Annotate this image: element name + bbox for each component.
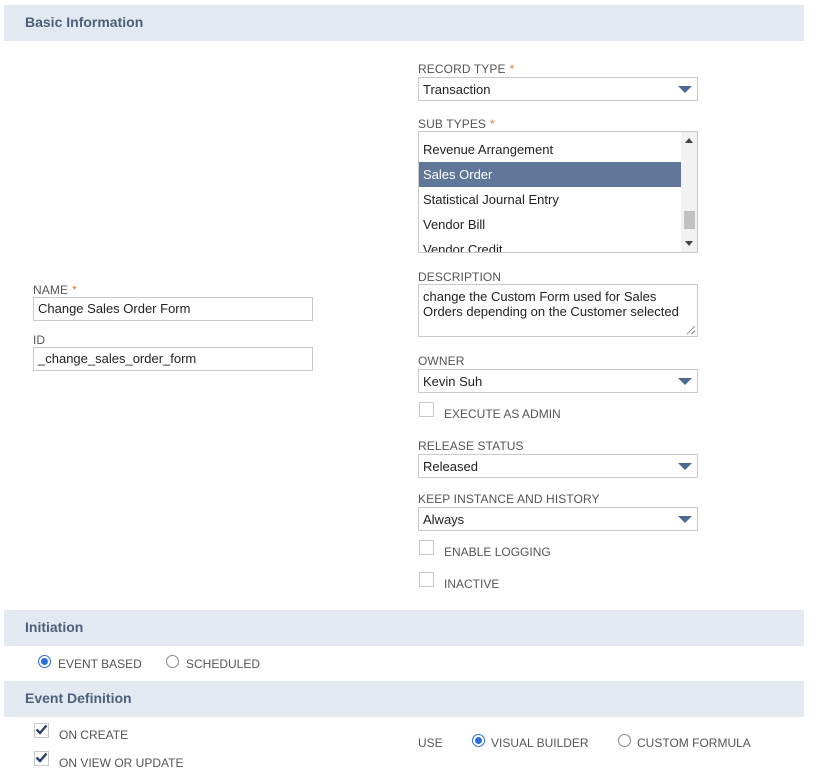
chevron-down-icon[interactable]	[678, 378, 692, 385]
sub-type-option[interactable]: Revenue Arrangement	[419, 137, 681, 162]
custom-formula-label: CUSTOM FORMULA	[637, 736, 751, 750]
owner-value: Kevin Suh	[423, 374, 483, 389]
keep-instance-select[interactable]: Always	[418, 507, 698, 531]
section-basic-information[interactable]: Basic Information	[4, 5, 804, 41]
inactive-checkbox[interactable]	[419, 572, 434, 587]
description-text: change the Custom Form used for Sales Or…	[423, 289, 679, 319]
visual-builder-label: VISUAL BUILDER	[491, 736, 589, 750]
record-type-value: Transaction	[423, 82, 491, 97]
chevron-down-icon[interactable]	[678, 516, 692, 523]
owner-select[interactable]: Kevin Suh	[418, 369, 698, 393]
resize-grip-icon[interactable]	[687, 326, 695, 334]
sub-type-option-selected[interactable]: Sales Order	[419, 162, 681, 187]
keep-instance-label: KEEP INSTANCE AND HISTORY	[418, 492, 600, 506]
section-initiation[interactable]: Initiation	[4, 610, 804, 646]
inactive-label: INACTIVE	[444, 577, 500, 591]
required-marker: *	[509, 62, 515, 76]
sub-type-option[interactable]: Vendor Bill	[419, 212, 681, 237]
required-marker: *	[72, 283, 77, 297]
sub-types-label: SUB TYPES *	[418, 117, 495, 131]
release-status-select[interactable]: Released	[418, 454, 698, 478]
section-event-definition[interactable]: Event Definition	[4, 681, 804, 717]
enable-logging-label: ENABLE LOGGING	[444, 545, 551, 559]
record-type-label: RECORD TYPE *	[418, 62, 515, 76]
owner-label: OWNER	[418, 354, 465, 368]
listbox-scrollbar[interactable]	[681, 132, 697, 252]
sub-type-option[interactable]: Vendor Credit	[419, 237, 681, 252]
required-marker: *	[490, 117, 495, 131]
release-status-value: Released	[423, 459, 478, 474]
description-label: DESCRIPTION	[418, 270, 502, 284]
check-icon	[35, 752, 48, 763]
check-icon	[35, 724, 48, 735]
event-based-label: EVENT BASED	[58, 657, 142, 671]
scheduled-radio[interactable]	[166, 655, 179, 668]
visual-builder-radio[interactable]	[472, 734, 485, 747]
release-status-label: RELEASE STATUS	[418, 439, 524, 453]
description-textarea[interactable]: change the Custom Form used for Sales Or…	[418, 284, 698, 337]
section-title: Initiation	[25, 619, 84, 635]
event-based-radio[interactable]	[38, 655, 51, 668]
workflow-form: Basic Information NAME * Change Sales Ord…	[0, 0, 815, 775]
keep-instance-value: Always	[423, 512, 465, 527]
sub-type-option[interactable]: Statistical Journal Entry	[419, 187, 681, 212]
on-view-or-update-label: ON VIEW OR UPDATE	[59, 756, 184, 770]
on-create-label: ON CREATE	[59, 728, 129, 742]
record-type-select[interactable]: Transaction	[418, 77, 698, 101]
scheduled-label: SCHEDULED	[186, 657, 261, 671]
sub-types-listbox[interactable]: Revenue Arrangement Sales Order Statisti…	[418, 131, 698, 253]
chevron-down-icon[interactable]	[678, 463, 692, 470]
enable-logging-checkbox[interactable]	[419, 540, 434, 555]
execute-as-admin-checkbox[interactable]	[419, 402, 434, 417]
execute-as-admin-label: EXECUTE AS ADMIN	[444, 407, 561, 421]
name-input[interactable]: Change Sales Order Form	[33, 297, 313, 321]
chevron-down-icon[interactable]	[678, 86, 692, 93]
use-label: USE	[418, 736, 443, 750]
scroll-down-arrow-icon[interactable]	[685, 241, 693, 246]
custom-formula-radio[interactable]	[618, 734, 631, 747]
id-input[interactable]: _change_sales_order_form	[33, 347, 313, 371]
id-label: ID	[33, 333, 46, 347]
scroll-up-arrow-icon[interactable]	[685, 138, 693, 143]
section-title: Basic Information	[25, 14, 144, 30]
scroll-thumb[interactable]	[684, 211, 695, 229]
name-label: NAME *	[33, 283, 77, 297]
section-title: Event Definition	[25, 690, 132, 706]
